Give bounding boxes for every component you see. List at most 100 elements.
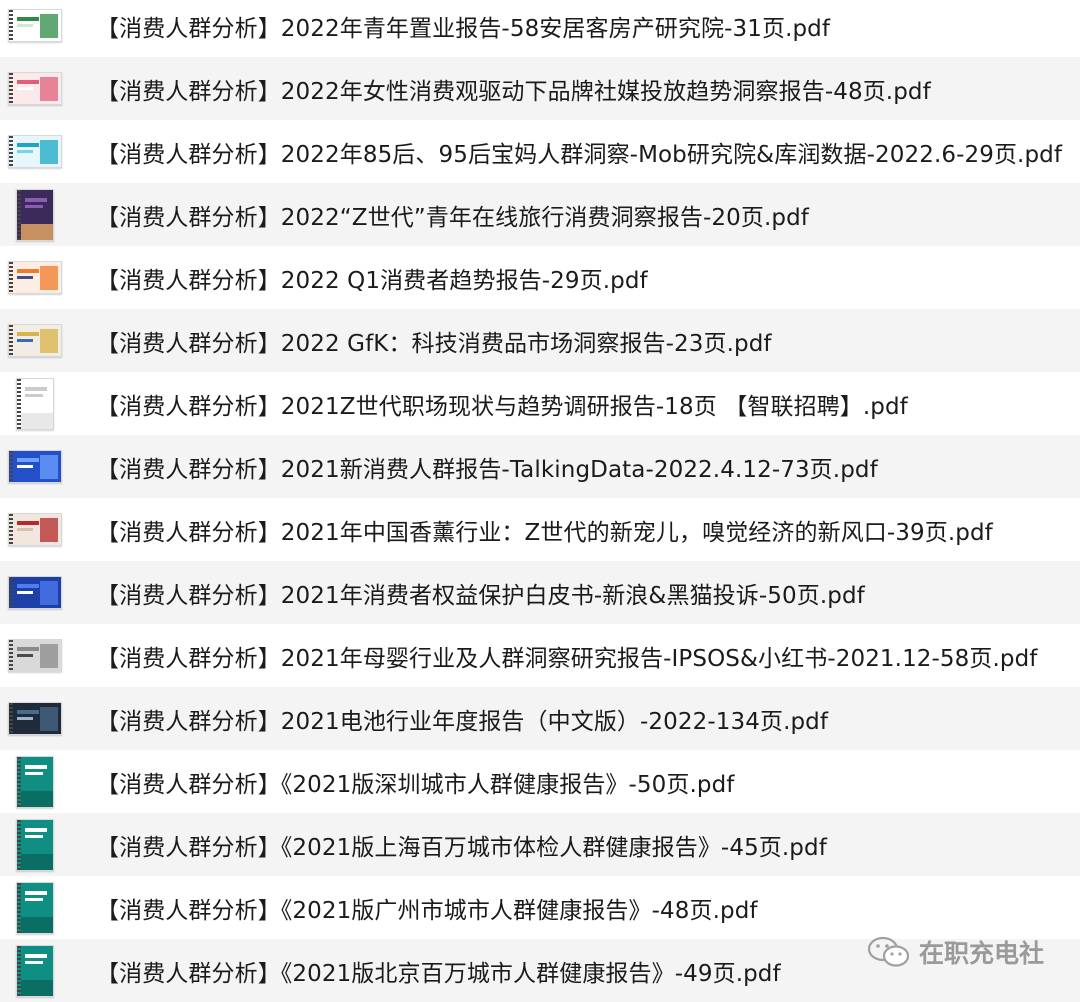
file-name[interactable]: 【消费人群分析】2022年青年置业报告-58安居客房产研究院-31页.pdf (96, 9, 830, 43)
binding-spine (9, 136, 13, 167)
file-name[interactable]: 【消费人群分析】2022年85后、95后宝妈人群洞察-Mob研究院&库润数据-2… (96, 135, 1062, 169)
pdf-cover-icon (8, 576, 62, 609)
file-row[interactable]: 【消费人群分析】2022 Q1消费者趋势报告-29页.pdf (0, 246, 1080, 309)
cover-block (25, 764, 47, 769)
file-row[interactable]: 【消费人群分析】2021新消费人群报告-TalkingData-2022.4.1… (0, 435, 1080, 498)
file-row[interactable]: 【消费人群分析】2022年女性消费观驱动下品牌社媒投放趋势洞察报告-48页.pd… (0, 57, 1080, 120)
pdf-thumbnail[interactable] (6, 64, 64, 114)
pdf-cover-icon (8, 261, 62, 294)
file-name[interactable]: 【消费人群分析】《2021版深圳城市人群健康报告》-50页.pdf (96, 765, 735, 799)
cover-block (25, 834, 43, 838)
file-row[interactable]: 【消费人群分析】2022年85后、95后宝妈人群洞察-Mob研究院&库润数据-2… (0, 120, 1080, 183)
pdf-cover-icon (16, 755, 54, 808)
cover-block (40, 644, 58, 668)
cover-block (21, 979, 53, 996)
file-name[interactable]: 【消费人群分析】2022 GfK：科技消费品市场洞察报告-23页.pdf (96, 324, 772, 358)
binding-spine (9, 514, 13, 545)
cover-block (25, 897, 43, 901)
cover-block (40, 14, 58, 38)
pdf-thumbnail[interactable] (6, 818, 64, 871)
pdf-thumbnail[interactable] (6, 944, 64, 997)
binding-spine (9, 577, 13, 608)
file-name[interactable]: 【消费人群分析】2021年中国香薰行业：Z世代的新宠儿，嗅觉经济的新风口-39页… (96, 513, 993, 547)
pdf-cover-icon (16, 881, 54, 934)
watermark-text: 在职充电社 (918, 939, 1044, 968)
cover-block (40, 266, 58, 290)
file-row[interactable]: 【消费人群分析】2021电池行业年度报告（中文版）-2022-134页.pdf (0, 687, 1080, 750)
cover-block (17, 87, 33, 90)
file-name[interactable]: 【消费人群分析】2021年母婴行业及人群洞察研究报告-IPSOS&小红书-202… (96, 639, 1038, 673)
pdf-thumbnail[interactable] (6, 316, 64, 366)
pdf-thumbnail[interactable] (6, 568, 64, 618)
file-row[interactable]: 【消费人群分析】《2021版广州市城市人群健康报告》-48页.pdf (0, 876, 1080, 939)
file-row[interactable]: 【消费人群分析】《2021版上海百万城市体检人群健康报告》-45页.pdf (0, 813, 1080, 876)
file-name[interactable]: 【消费人群分析】2022“Z世代”青年在线旅行消费洞察报告-20页.pdf (96, 198, 809, 232)
file-name[interactable]: 【消费人群分析】2022年女性消费观驱动下品牌社媒投放趋势洞察报告-48页.pd… (96, 72, 931, 106)
cover-block (25, 204, 43, 208)
cover-block (21, 853, 53, 870)
binding-spine (9, 703, 13, 734)
file-row[interactable]: 【消费人群分析】2022年青年置业报告-58安居客房产研究院-31页.pdf (0, 0, 1080, 57)
pdf-cover-icon (8, 639, 62, 672)
cover-block (17, 269, 39, 273)
file-name[interactable]: 【消费人群分析】2021年消费者权益保护白皮书-新浪&黑猫投诉-50页.pdf (96, 576, 865, 610)
cover-block (21, 916, 53, 933)
file-name[interactable]: 【消费人群分析】2021电池行业年度报告（中文版）-2022-134页.pdf (96, 702, 828, 736)
pdf-thumbnail[interactable] (6, 188, 64, 241)
pdf-cover-icon (8, 135, 62, 168)
cover-block (25, 393, 43, 397)
cover-block (25, 827, 47, 832)
cover-block (17, 654, 33, 657)
cover-block (40, 77, 58, 101)
cover-block (17, 332, 39, 336)
cover-block (17, 710, 39, 714)
file-row[interactable]: 【消费人群分析】2021年消费者权益保护白皮书-新浪&黑猫投诉-50页.pdf (0, 561, 1080, 624)
cover-block (17, 80, 39, 84)
cover-block (17, 717, 33, 720)
file-name[interactable]: 【消费人群分析】《2021版广州市城市人群健康报告》-48页.pdf (96, 891, 758, 925)
file-name[interactable]: 【消费人群分析】2022 Q1消费者趋势报告-29页.pdf (96, 261, 648, 295)
file-name[interactable]: 【消费人群分析】2021Z世代职场现状与趋势调研报告-18页 【智联招聘】.pd… (96, 387, 908, 421)
pdf-cover-icon (8, 450, 62, 483)
cover-block (21, 223, 53, 240)
binding-spine (9, 640, 13, 671)
file-row[interactable]: 【消费人群分析】《2021版深圳城市人群健康报告》-50页.pdf (0, 750, 1080, 813)
cover-block (17, 647, 39, 651)
file-row[interactable]: 【消费人群分析】2021年中国香薰行业：Z世代的新宠儿，嗅觉经济的新风口-39页… (0, 498, 1080, 561)
pdf-thumbnail[interactable] (6, 127, 64, 177)
file-row[interactable]: 【消费人群分析】2022 GfK：科技消费品市场洞察报告-23页.pdf (0, 309, 1080, 372)
file-row[interactable]: 【消费人群分析】2021年母婴行业及人群洞察研究报告-IPSOS&小红书-202… (0, 624, 1080, 687)
cover-block (40, 140, 58, 164)
cover-block (17, 150, 33, 153)
binding-spine (9, 262, 13, 293)
file-name[interactable]: 【消费人群分析】《2021版上海百万城市体检人群健康报告》-45页.pdf (96, 828, 827, 862)
pdf-thumbnail[interactable] (6, 505, 64, 555)
cover-block (17, 17, 39, 21)
pdf-thumbnail[interactable] (6, 694, 64, 744)
file-row[interactable]: 【消费人群分析】2021Z世代职场现状与趋势调研报告-18页 【智联招聘】.pd… (0, 372, 1080, 435)
file-name[interactable]: 【消费人群分析】2021新消费人群报告-TalkingData-2022.4.1… (96, 450, 878, 484)
cover-block (25, 197, 47, 202)
binding-spine (9, 451, 13, 482)
cover-block (25, 386, 47, 391)
cover-block (40, 455, 58, 479)
cover-block (17, 591, 33, 594)
file-name[interactable]: 【消费人群分析】《2021版北京百万城市人群健康报告》-49页.pdf (96, 954, 781, 988)
cover-block (40, 518, 58, 542)
pdf-thumbnail[interactable] (6, 881, 64, 934)
cover-block (17, 465, 33, 468)
pdf-thumbnail[interactable] (6, 1, 64, 51)
cover-block (25, 960, 43, 964)
pdf-cover-icon (16, 188, 54, 241)
pdf-cover-icon (8, 513, 62, 546)
pdf-thumbnail[interactable] (6, 755, 64, 808)
cover-block (17, 276, 33, 279)
file-row[interactable]: 【消费人群分析】2022“Z世代”青年在线旅行消费洞察报告-20页.pdf (0, 183, 1080, 246)
pdf-cover-icon (8, 72, 62, 105)
pdf-thumbnail[interactable] (6, 253, 64, 303)
pdf-thumbnail[interactable] (6, 377, 64, 430)
pdf-thumbnail[interactable] (6, 631, 64, 681)
pdf-cover-icon (8, 702, 62, 735)
pdf-thumbnail[interactable] (6, 442, 64, 492)
cover-block (17, 143, 39, 147)
